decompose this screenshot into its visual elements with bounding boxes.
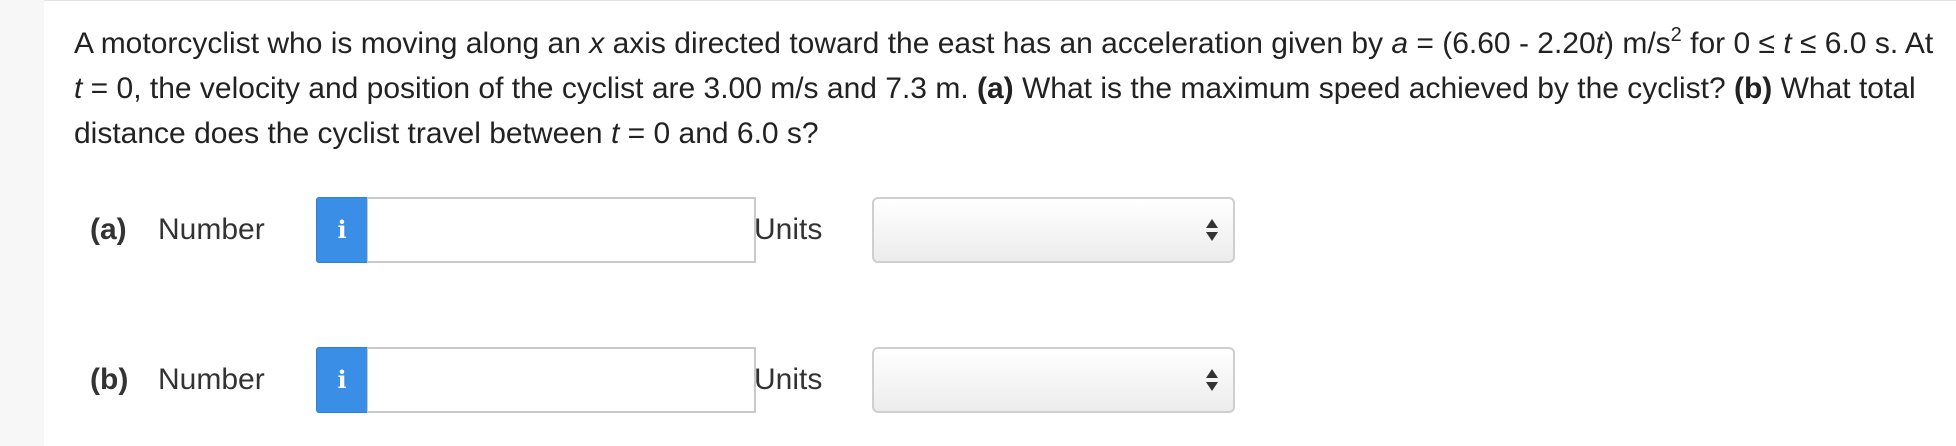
question-text-segment: A motorcyclist who is moving along an bbox=[74, 27, 590, 60]
part-b-marker: (b) bbox=[1733, 72, 1773, 105]
question-text-segment: What is the maximum speed achieved by th… bbox=[1013, 72, 1734, 105]
number-label: Number bbox=[158, 213, 265, 246]
question-text-segment: ) m/s bbox=[1604, 27, 1671, 60]
info-icon: i bbox=[337, 365, 347, 394]
number-input-a[interactable] bbox=[367, 197, 756, 263]
up-down-arrows-icon bbox=[1206, 219, 1218, 241]
question-text-segment: = 0, the velocity and position of the cy… bbox=[82, 72, 977, 105]
question-text-segment: for 0 ≤ bbox=[1681, 27, 1784, 60]
question-text-segment: = 0 and 6.0 s? bbox=[619, 117, 819, 150]
variable-t: t bbox=[1595, 27, 1605, 60]
number-label: Number bbox=[158, 363, 265, 396]
part-label: (a) bbox=[90, 213, 127, 246]
variable-x: x bbox=[589, 27, 605, 60]
units-label: Units bbox=[754, 363, 823, 396]
question-card: A motorcyclist who is moving along an x … bbox=[44, 0, 1956, 446]
answer-row-a: (a) Number i Units bbox=[44, 197, 1956, 263]
question-text: A motorcyclist who is moving along an x … bbox=[74, 21, 1944, 156]
info-button[interactable]: i bbox=[316, 197, 368, 263]
part-a-marker: (a) bbox=[976, 72, 1014, 105]
info-icon: i bbox=[337, 215, 347, 244]
part-label: (b) bbox=[90, 363, 129, 396]
question-text-segment: ≤ 6.0 s. At bbox=[1791, 27, 1934, 60]
variable-t: t bbox=[1783, 27, 1792, 60]
exponent: 2 bbox=[1670, 24, 1682, 46]
up-down-arrows-icon bbox=[1206, 369, 1218, 391]
question-text-segment: axis directed toward the east has an acc… bbox=[604, 27, 1392, 60]
question-text-segment: = (6.60 - 2.20 bbox=[1408, 27, 1596, 60]
units-select-a[interactable] bbox=[872, 197, 1235, 263]
units-select-b[interactable] bbox=[872, 347, 1235, 413]
info-button[interactable]: i bbox=[316, 347, 368, 413]
answer-row-b: (b) Number i Units bbox=[44, 347, 1956, 413]
variable-a: a bbox=[1391, 27, 1409, 60]
units-label: Units bbox=[754, 213, 823, 246]
number-input-b[interactable] bbox=[367, 347, 756, 413]
